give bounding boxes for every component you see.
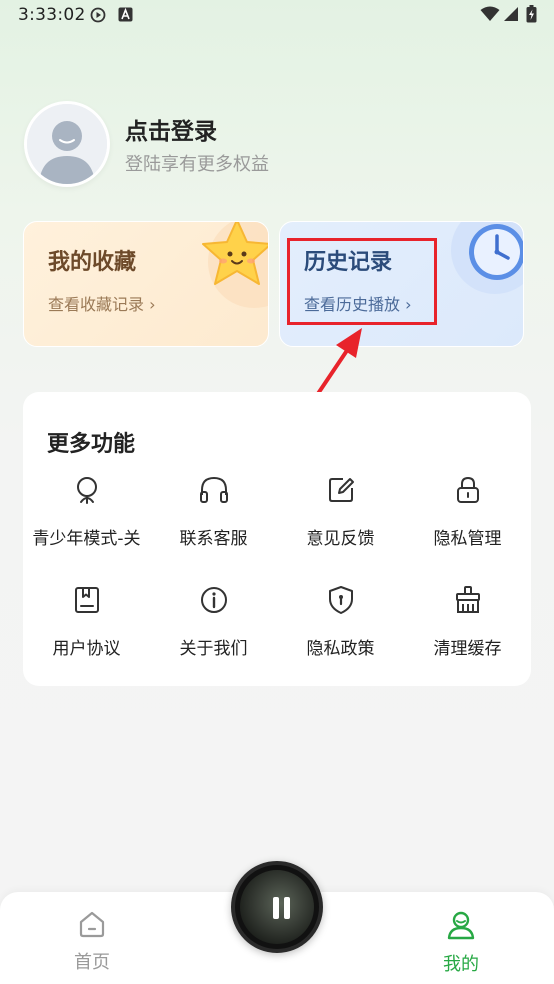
status-bar: 3:33:02: [0, 0, 554, 32]
login-subtitle: 登陆享有更多权益: [125, 154, 269, 175]
now-playing-disc[interactable]: [231, 861, 323, 953]
broom-icon: [456, 586, 480, 613]
headset-icon: [200, 476, 228, 503]
youth-mode-icon: [77, 477, 97, 504]
wifi-icon: [480, 6, 500, 21]
contact-service-item[interactable]: 联系客服: [150, 462, 277, 562]
clear-cache-label: 清理缓存: [433, 639, 502, 659]
user-icon: [447, 911, 475, 940]
default-avatar-icon: [27, 104, 107, 184]
lock-icon: [457, 476, 479, 503]
favorites-card[interactable]: 我的收藏 查看收藏记录 ›: [23, 221, 269, 347]
accessibility-a-icon: [118, 7, 133, 22]
history-card[interactable]: 历史记录 查看历史播放 ›: [279, 221, 524, 347]
contact-service-label: 联系客服: [179, 529, 248, 549]
user-agreement-label: 用户协议: [52, 639, 121, 659]
clear-cache-item[interactable]: 清理缓存: [404, 572, 531, 672]
login-title[interactable]: 点击登录: [125, 112, 217, 146]
youth-mode-label: 青少年模式-关: [32, 529, 141, 549]
battery-charging-icon: [526, 5, 537, 23]
more-functions-title: 更多功能: [47, 432, 136, 457]
feedback-label: 意见反馈: [306, 529, 375, 549]
shield-icon: [329, 586, 353, 614]
star-mascot-icon: [202, 222, 268, 308]
tab-home-label: 首页: [74, 952, 110, 973]
about-us-label: 关于我们: [179, 639, 248, 659]
more-functions-panel: 更多功能 青少年模式-关 联系客服 意见反馈 隐私管理 用户协议 关于我们 隐私…: [23, 392, 531, 686]
play-circle-icon: [90, 7, 106, 23]
tab-mine[interactable]: 我的: [416, 910, 506, 976]
info-icon: [201, 587, 227, 613]
history-title: 历史记录: [304, 250, 393, 275]
status-time: 3:33:02: [18, 5, 86, 25]
feedback-icon: [329, 478, 354, 502]
home-icon: [79, 911, 105, 938]
youth-mode-item[interactable]: 青少年模式-关: [23, 462, 150, 562]
signal-icon: [504, 7, 518, 21]
privacy-policy-item[interactable]: 隐私政策: [277, 572, 404, 672]
about-us-item[interactable]: 关于我们: [150, 572, 277, 672]
tab-mine-label: 我的: [443, 954, 479, 975]
user-agreement-item[interactable]: 用户协议: [23, 572, 150, 672]
privacy-policy-label: 隐私政策: [306, 639, 375, 659]
avatar[interactable]: [24, 101, 110, 187]
privacy-management-label: 隐私管理: [433, 529, 502, 549]
privacy-management-item[interactable]: 隐私管理: [404, 462, 531, 562]
feedback-item[interactable]: 意见反馈: [277, 462, 404, 562]
tab-home[interactable]: 首页: [47, 910, 137, 974]
clock-icon: [451, 222, 523, 294]
history-link[interactable]: 查看历史播放 ›: [304, 291, 412, 315]
favorites-title: 我的收藏: [48, 250, 137, 275]
agreement-icon: [75, 587, 99, 613]
favorites-link[interactable]: 查看收藏记录 ›: [48, 291, 156, 315]
pause-icon[interactable]: [271, 897, 293, 921]
